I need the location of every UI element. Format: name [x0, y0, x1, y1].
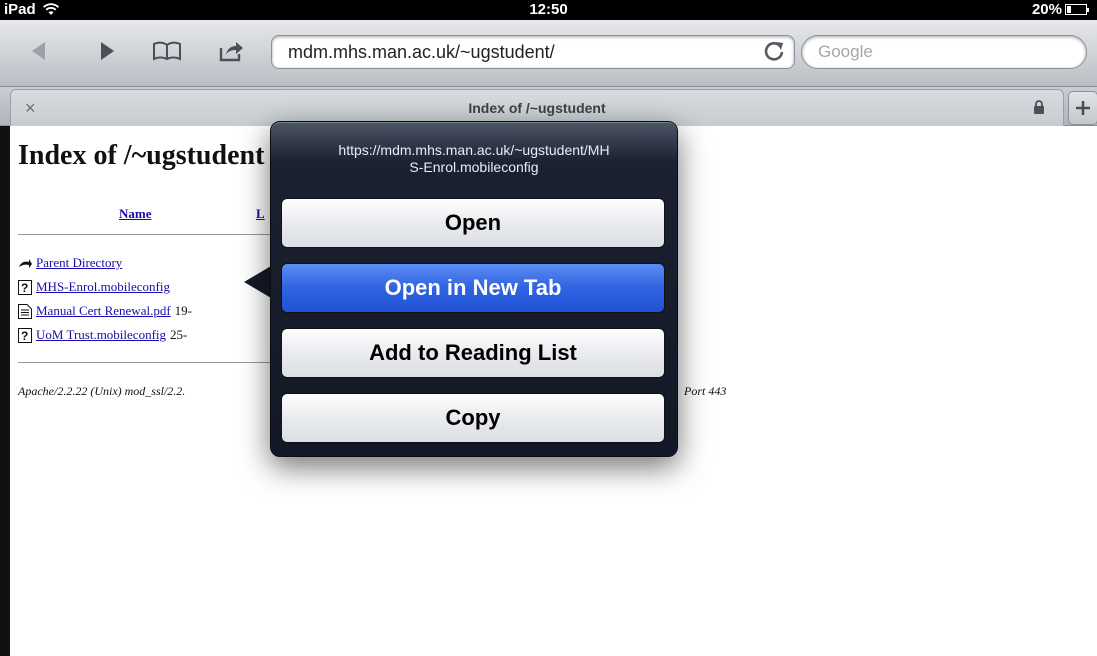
forward-arrow-icon: [101, 42, 114, 60]
popover-url-line: S-Enrol.mobileconfig: [409, 159, 539, 175]
server-signature-port: Port 443: [684, 384, 727, 398]
open-in-new-tab-button[interactable]: Open in New Tab: [281, 263, 665, 313]
back-arrow-icon: [32, 42, 45, 60]
entry-link[interactable]: UoM Trust.mobileconfig: [36, 327, 166, 343]
unknown-file-icon: ?: [18, 327, 32, 343]
svg-text:?: ?: [21, 281, 28, 295]
list-item: Manual Cert Renewal.pdf 19-: [18, 303, 192, 319]
copy-button[interactable]: Copy: [281, 393, 665, 443]
entry-link[interactable]: Manual Cert Renewal.pdf: [36, 303, 171, 319]
page-heading: Index of /~ugstudent: [18, 140, 265, 171]
share-button[interactable]: [214, 36, 248, 66]
entry-meta: 19-: [174, 303, 192, 318]
link-action-popover: https://mdm.mhs.man.ac.uk/~ugstudent/MH …: [270, 121, 678, 457]
new-tab-button[interactable]: [1068, 91, 1097, 125]
svg-text:?: ?: [21, 329, 28, 343]
share-icon: [219, 42, 243, 62]
forward-button[interactable]: [90, 36, 124, 66]
reload-icon[interactable]: [762, 39, 786, 63]
search-input[interactable]: Google: [801, 35, 1087, 69]
entry-link[interactable]: Parent Directory: [36, 255, 122, 271]
browser-toolbar: mdm.mhs.man.ac.uk/~ugstudent/ Google: [0, 20, 1097, 87]
popover-url-line: https://mdm.mhs.man.ac.uk/~ugstudent/MH: [338, 142, 610, 158]
header-divider: [18, 234, 270, 235]
back-arrow-icon: [19, 258, 32, 268]
search-placeholder: Google: [818, 42, 873, 61]
plus-icon: [1076, 101, 1090, 115]
book-icon: [153, 41, 181, 61]
popover-url: https://mdm.mhs.man.ac.uk/~ugstudent/MH …: [271, 142, 677, 176]
back-button[interactable]: [22, 36, 56, 66]
status-time: 12:50: [529, 1, 568, 18]
add-to-reading-list-button[interactable]: Add to Reading List: [281, 328, 665, 378]
status-right: 20%: [1031, 1, 1089, 18]
list-item: Parent Directory: [18, 255, 122, 271]
popover-arrow: [244, 266, 271, 298]
server-signature: Apache/2.2.22 (Unix) mod_ssl/2.2.: [18, 384, 186, 398]
address-text: mdm.mhs.man.ac.uk/~ugstudent/: [288, 42, 555, 62]
list-item: ? MHS-Enrol.mobileconfig: [18, 279, 174, 295]
address-bar[interactable]: mdm.mhs.man.ac.uk/~ugstudent/: [271, 35, 795, 69]
entry-link[interactable]: MHS-Enrol.mobileconfig: [36, 279, 170, 295]
column-header-name[interactable]: Name: [119, 206, 152, 222]
entry-meta: 25-: [170, 327, 188, 342]
tab-title: Index of /~ugstudent: [468, 100, 606, 116]
list-item: ? UoM Trust.mobileconfig 25-: [18, 327, 187, 343]
document-icon: [18, 303, 32, 319]
open-button[interactable]: Open: [281, 198, 665, 248]
footer-divider: [18, 362, 270, 363]
lock-icon: [1034, 100, 1044, 114]
status-bar: iPad 12:50 20%: [0, 0, 1097, 20]
battery-percent: 20%: [1031, 1, 1062, 18]
battery-icon: [1065, 4, 1089, 15]
bookmarks-button[interactable]: [150, 36, 184, 66]
column-header-last-modified[interactable]: L: [256, 206, 265, 222]
unknown-file-icon: ?: [18, 279, 32, 295]
